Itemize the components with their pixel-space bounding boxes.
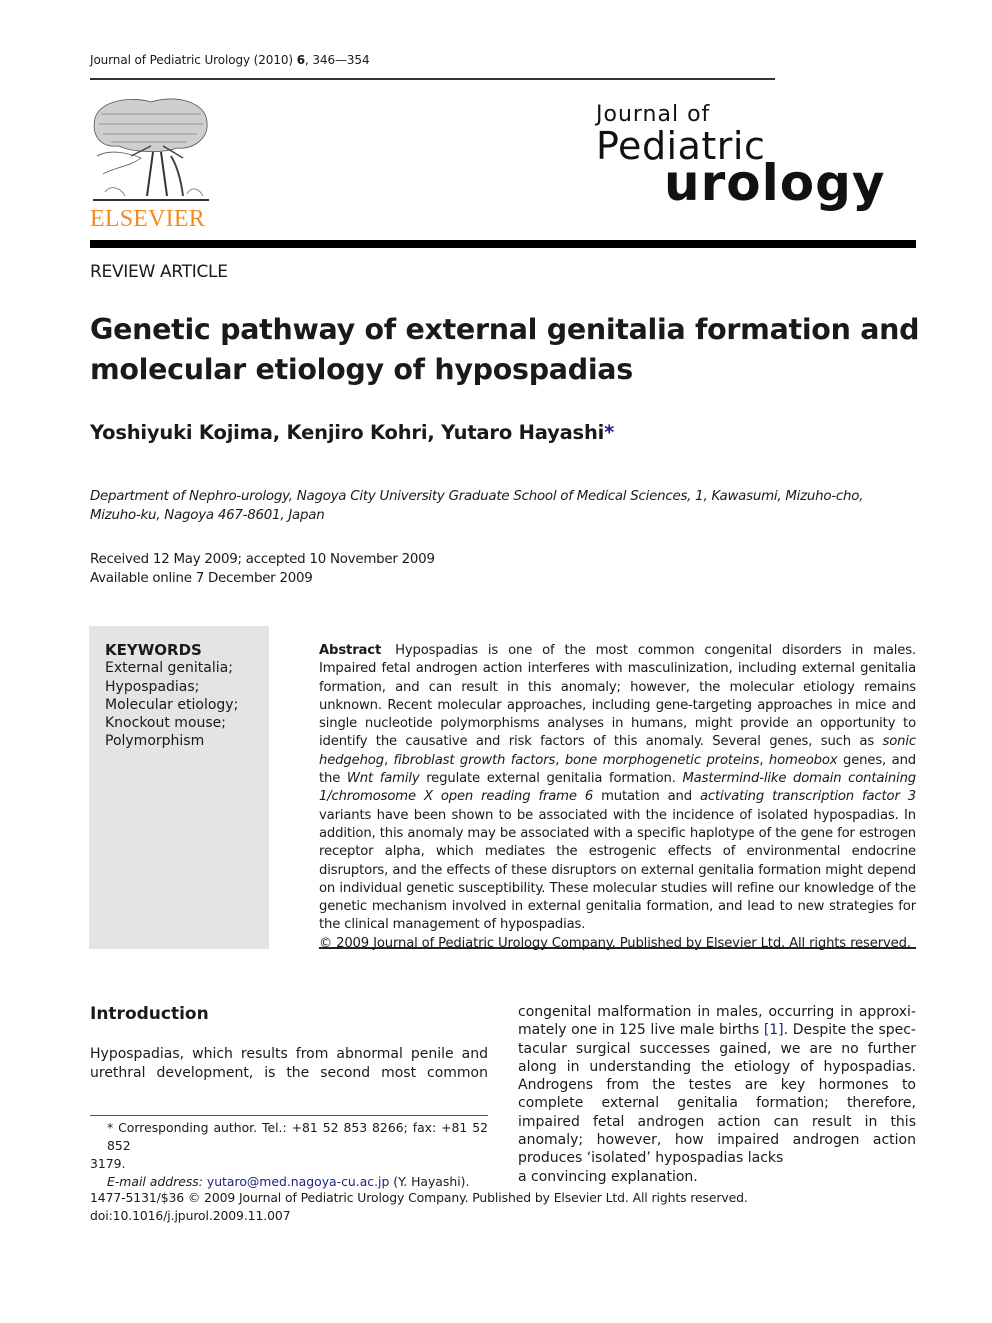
corresponding-author-link[interactable]: * bbox=[604, 421, 614, 444]
available-date: Available online 7 December 2009 bbox=[90, 570, 313, 586]
journal-logo-line3: urology bbox=[664, 154, 886, 212]
keyword: Knockout mouse; bbox=[105, 715, 227, 732]
page-footer: 1477-5131/$36 © 2009 Journal of Pediatri… bbox=[90, 1189, 748, 1225]
journal-logo-line1: Journal of bbox=[596, 102, 711, 127]
elsevier-wordmark: ELSEVIER bbox=[90, 206, 205, 232]
affiliation: Department of Nephro-urology, Nagoya Cit… bbox=[90, 489, 864, 523]
masthead-rule bbox=[90, 240, 916, 248]
article-dates: Received 12 May 2009; accepted 10 Novemb… bbox=[90, 551, 435, 588]
article-title: Genetic pathway of external genitalia fo… bbox=[90, 313, 920, 386]
keywords-box: KEYWORDS External genitalia; Hypospadias… bbox=[89, 626, 269, 949]
received-date: Received 12 May 2009; accepted 10 Novemb… bbox=[90, 552, 435, 567]
abstract-label: Abstract bbox=[319, 643, 382, 658]
footnote: * Corresponding author. Tel.: +81 52 853… bbox=[90, 1120, 488, 1189]
body-text-right: congenital malformation in males, occurr… bbox=[518, 1004, 916, 1185]
keywords-heading: KEYWORDS bbox=[105, 641, 202, 659]
email-link[interactable]: yutaro@med.nagoya-cu.ac.jp bbox=[207, 1174, 389, 1189]
abstract: Abstract Hypospadias is one of the most c… bbox=[319, 642, 916, 953]
footnote-rule bbox=[90, 1115, 488, 1116]
issn-copyright: 1477-5131/$36 © 2009 Journal of Pediatri… bbox=[90, 1190, 748, 1205]
journal-logo: Journal of Pediatric urology bbox=[596, 100, 926, 210]
abstract-copyright: © 2009 Journal of Pediatric Urology Comp… bbox=[319, 935, 911, 951]
doi[interactable]: doi:10.1016/j.jpurol.2009.11.007 bbox=[90, 1207, 748, 1225]
keyword: External genitalia; bbox=[105, 660, 233, 677]
body-text-left: Hypospadias, which results from abnormal… bbox=[90, 1046, 488, 1081]
keyword: Hypospadias; bbox=[105, 678, 200, 695]
keyword: Polymorphism bbox=[105, 733, 205, 750]
reference-link[interactable]: [1] bbox=[764, 1022, 784, 1038]
author-list: Yoshiyuki Kojima, Kenjiro Kohri, Yutaro … bbox=[90, 421, 615, 444]
abstract-rule bbox=[319, 947, 916, 949]
article-type: REVIEW ARTICLE bbox=[90, 262, 228, 282]
section-heading-introduction: Introduction bbox=[90, 1004, 209, 1024]
volume-number: 6 bbox=[296, 53, 305, 67]
keyword: Molecular etiology; bbox=[105, 696, 239, 713]
journal-citation: Journal of Pediatric Urology (2010) 6, 3… bbox=[90, 53, 370, 67]
header-rule bbox=[90, 78, 775, 80]
elsevier-tree-logo-icon bbox=[93, 98, 209, 201]
